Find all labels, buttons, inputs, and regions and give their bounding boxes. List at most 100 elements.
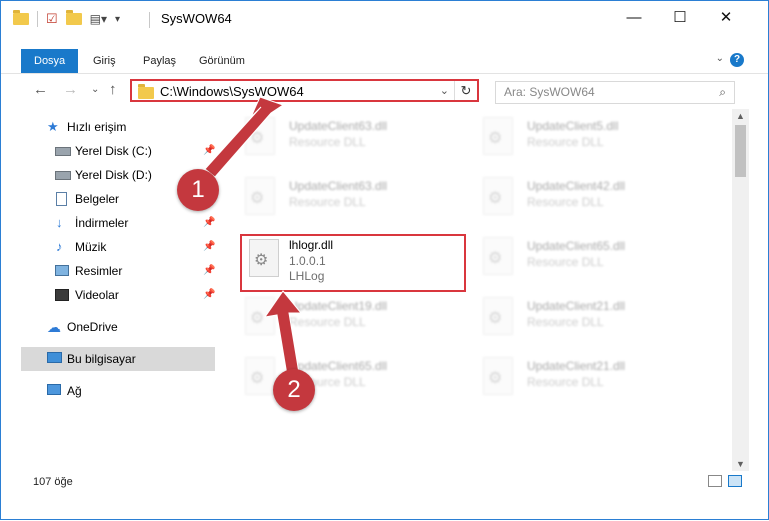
customize-toolbar-icon[interactable]: ▾ xyxy=(115,14,120,25)
quick-access-toolbar: ☑ ▤▾ ▾ xyxy=(13,10,120,27)
file-description: Resource DLL xyxy=(527,255,604,269)
divider xyxy=(37,11,38,27)
file-item[interactable]: ⚙ UpdateClient42.dll Resource DLL xyxy=(469,169,689,225)
dll-file-icon: ⚙ xyxy=(245,117,275,155)
dll-file-icon: ⚙ xyxy=(483,117,513,155)
dll-file-icon: ⚙ xyxy=(245,357,275,395)
item-count: 107 öğe xyxy=(33,476,73,488)
file-description: Resource DLL xyxy=(289,135,366,149)
scroll-up-icon[interactable]: ▲ xyxy=(732,109,749,123)
sidebar-item-label: Videolar xyxy=(75,288,119,302)
up-button[interactable]: ↑ xyxy=(109,81,117,98)
file-item[interactable]: ⚙ UpdateClient65.dll Resource DLL xyxy=(231,349,451,405)
file-item[interactable]: ⚙ UpdateClient63.dll Resource DLL xyxy=(231,169,451,225)
sidebar-item-label: OneDrive xyxy=(67,320,118,334)
folder-icon xyxy=(138,84,154,99)
file-name: UpdateClient42.dll xyxy=(527,179,626,193)
pin-icon[interactable]: 📌 xyxy=(203,211,215,235)
ribbon-tabs: Dosya Giriş Paylaş Görünüm ⌄ ? xyxy=(1,49,768,74)
dll-file-icon: ⚙ xyxy=(245,297,275,335)
file-item[interactable]: ⚙ UpdateClient19.dll Resource DLL xyxy=(231,289,451,345)
sidebar-item-this-pc[interactable]: Bu bilgisayar xyxy=(21,347,215,371)
new-folder-icon[interactable] xyxy=(65,10,82,25)
dll-file-icon: ⚙ xyxy=(483,177,513,215)
minimize-button[interactable]: — xyxy=(611,1,657,33)
sidebar-item-onedrive[interactable]: ☁ OneDrive xyxy=(21,315,215,339)
pin-icon[interactable]: 📌 xyxy=(203,235,215,259)
scroll-down-icon[interactable]: ▼ xyxy=(732,457,749,471)
pin-icon[interactable]: 📌 xyxy=(203,283,215,307)
sidebar-item-network[interactable]: Ağ xyxy=(21,379,215,403)
file-description: Resource DLL xyxy=(289,195,366,209)
sidebar-item-pictures[interactable]: Resimler 📌 xyxy=(21,259,215,283)
help-icon[interactable]: ? xyxy=(730,53,744,67)
sidebar-item-label: Müzik xyxy=(75,240,107,254)
scroll-thumb[interactable] xyxy=(735,125,746,177)
file-name: UpdateClient5.dll xyxy=(527,119,619,133)
file-name: UpdateClient21.dll xyxy=(527,299,626,313)
tiles-view-icon[interactable] xyxy=(728,475,742,487)
address-path[interactable]: C:\Windows\SysWOW64 xyxy=(160,84,304,99)
tab-view[interactable]: Görünüm xyxy=(199,49,245,73)
tab-file[interactable]: Dosya xyxy=(21,49,79,73)
file-name: UpdateClient63.dll xyxy=(289,179,388,193)
sidebar-item-label: Belgeler xyxy=(75,192,120,206)
address-dropdown-icon[interactable]: ⌄ xyxy=(440,84,449,97)
back-button[interactable]: ← xyxy=(33,81,48,98)
file-item[interactable]: ⚙ UpdateClient63.dll Resource DLL xyxy=(231,109,451,165)
drive-icon xyxy=(55,171,71,180)
maximize-button[interactable]: ☐ xyxy=(657,1,703,33)
pictures-icon xyxy=(55,265,69,276)
refresh-button[interactable]: ↻ xyxy=(454,81,477,100)
step-1-badge: 1 xyxy=(177,169,219,211)
sidebar-item-label: Ağ xyxy=(67,384,82,398)
file-description: Resource DLL xyxy=(527,315,604,329)
view-options-icon[interactable]: ▤▾ xyxy=(90,12,107,26)
sidebar-item-quick-access[interactable]: ★ Hızlı erişim xyxy=(21,115,215,139)
forward-button[interactable]: → xyxy=(63,81,78,98)
document-icon xyxy=(56,192,67,206)
sidebar-item-label: Yerel Disk (D:) xyxy=(75,168,152,182)
file-description: Resource DLL xyxy=(289,315,366,329)
close-button[interactable]: ✕ xyxy=(703,1,749,33)
pin-icon[interactable]: 📌 xyxy=(203,259,215,283)
star-icon: ★ xyxy=(47,119,59,134)
sidebar-item-label: Bu bilgisayar xyxy=(67,352,136,366)
file-name: UpdateClient65.dll xyxy=(527,239,626,253)
dll-file-icon: ⚙ xyxy=(483,357,513,395)
download-icon: ↓ xyxy=(56,215,63,230)
file-item[interactable]: ⚙ UpdateClient65.dll Resource DLL xyxy=(469,229,689,285)
window-title: SysWOW64 xyxy=(161,11,232,26)
vertical-scrollbar[interactable]: ▲ ▼ xyxy=(732,109,749,471)
tab-share[interactable]: Paylaş xyxy=(143,49,176,73)
sidebar-item-local-disk-c[interactable]: Yerel Disk (C:) 📌 xyxy=(21,139,215,163)
tab-home[interactable]: Giriş xyxy=(93,49,116,73)
file-description: Resource DLL xyxy=(527,135,604,149)
sidebar-item-label: Hızlı erişim xyxy=(67,120,127,134)
file-description: Resource DLL xyxy=(527,195,604,209)
sidebar-item-downloads[interactable]: ↓ İndirmeler 📌 xyxy=(21,211,215,235)
navigation-pane: ★ Hızlı erişim Yerel Disk (C:) 📌 Yerel D… xyxy=(21,115,215,455)
file-item[interactable]: ⚙ UpdateClient21.dll Resource DLL xyxy=(469,289,689,345)
ribbon-expand-icon[interactable]: ⌄ xyxy=(716,53,724,64)
dll-file-icon: ⚙ xyxy=(245,177,275,215)
music-icon: ♪ xyxy=(56,239,63,254)
file-description: Resource DLL xyxy=(527,375,604,389)
network-icon xyxy=(47,384,61,395)
sidebar-item-label: İndirmeler xyxy=(75,216,129,230)
video-icon xyxy=(55,289,69,301)
pin-icon[interactable]: 📌 xyxy=(203,139,215,163)
properties-icon[interactable]: ☑ xyxy=(46,11,58,27)
sidebar-item-music[interactable]: ♪ Müzik 📌 xyxy=(21,235,215,259)
file-highlight-box xyxy=(240,234,466,292)
recent-locations-button[interactable]: ⌄ xyxy=(91,84,99,95)
search-input[interactable]: Ara: SysWOW64 ⌕ xyxy=(495,81,735,104)
file-item[interactable]: ⚙ UpdateClient21.dll Resource DLL xyxy=(469,349,689,405)
search-placeholder: Ara: SysWOW64 xyxy=(504,85,595,99)
address-bar[interactable]: C:\Windows\SysWOW64 ⌄ ↻ xyxy=(130,79,479,102)
search-icon[interactable]: ⌕ xyxy=(719,85,726,100)
file-item[interactable]: ⚙ UpdateClient5.dll Resource DLL xyxy=(469,109,689,165)
sidebar-item-videos[interactable]: Videolar 📌 xyxy=(21,283,215,307)
details-view-icon[interactable] xyxy=(708,475,722,487)
folder-icon[interactable] xyxy=(13,10,29,25)
